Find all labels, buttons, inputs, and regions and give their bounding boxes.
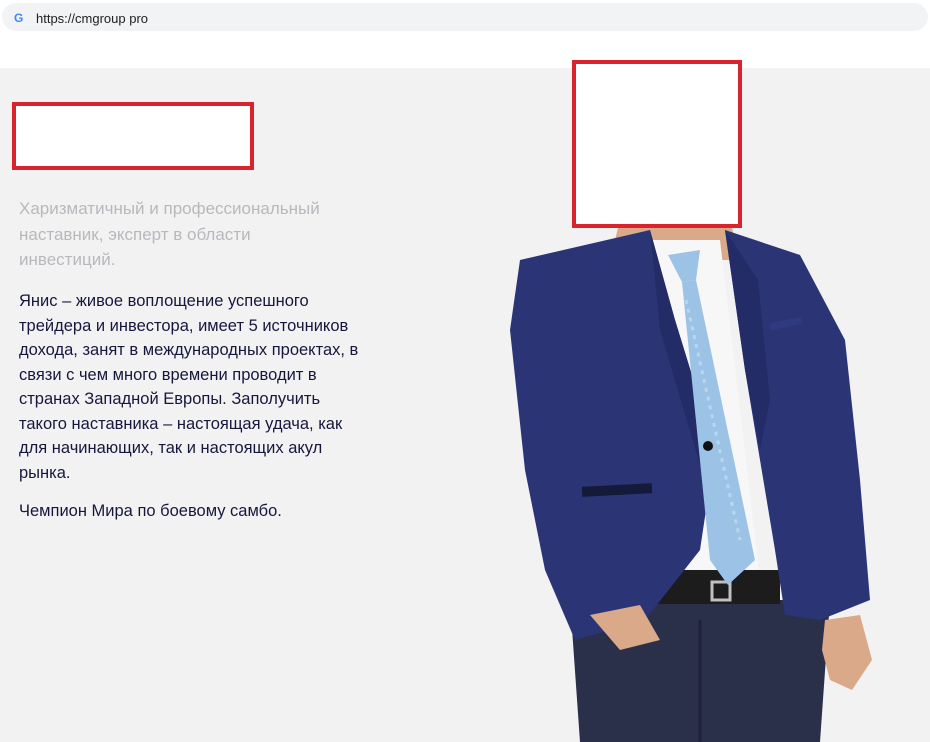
- browser-address-bar: G https://cmgroup pro: [0, 0, 930, 34]
- redacted-face-box: [572, 60, 742, 228]
- site-header-strip: [0, 34, 930, 68]
- mentor-tagline: Харизматичный и профессиональный наставн…: [19, 199, 320, 269]
- bio-achievement: Чемпион Мира по боевому самбо.: [19, 502, 282, 520]
- url-text[interactable]: https://cmgroup pro: [36, 11, 148, 26]
- redacted-name-box: [12, 102, 254, 170]
- mentor-bio: Янис – живое воплощение успешного трейде…: [19, 289, 369, 538]
- url-field[interactable]: G https://cmgroup pro: [2, 3, 928, 31]
- google-icon: G: [14, 11, 24, 25]
- bio-paragraph: Янис – живое воплощение успешного трейде…: [19, 292, 359, 482]
- mentor-photo: [510, 220, 872, 742]
